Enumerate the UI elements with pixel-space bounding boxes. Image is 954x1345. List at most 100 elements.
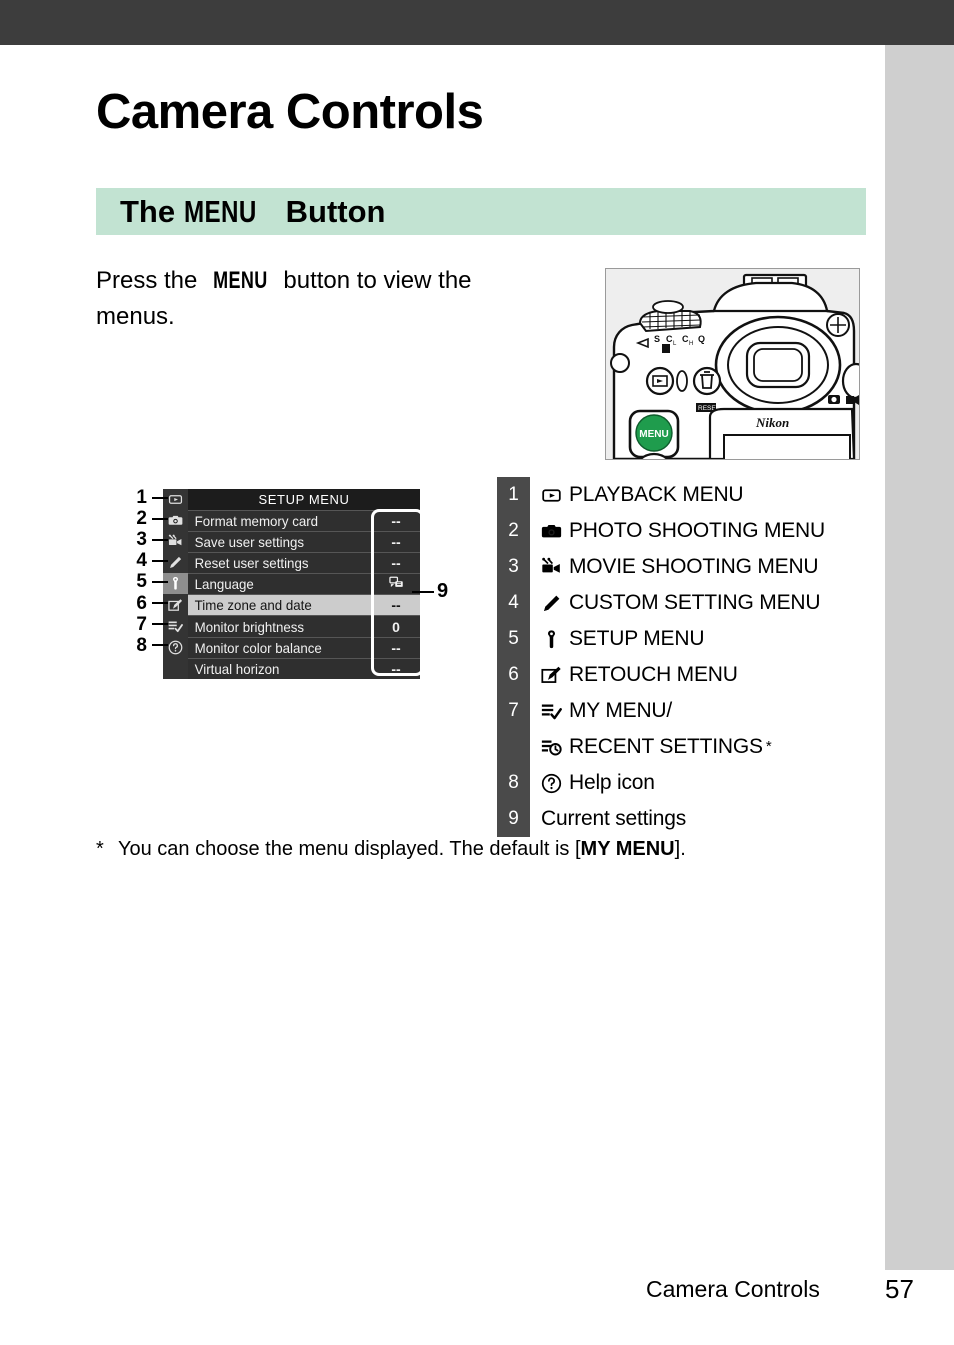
legend-badge: 8 [497, 765, 530, 801]
menu-row[interactable]: Reset user settings -- [188, 552, 420, 574]
legend-label-line: Help icon [530, 765, 655, 801]
left-callout-leader-line [152, 623, 168, 626]
menu-row-value: 0 [392, 618, 400, 635]
legend-badge: 2 [497, 513, 530, 549]
legend-label-line: PHOTO SHOOTING MENU [530, 513, 825, 549]
svg-text:H: H [689, 341, 693, 347]
legend-label-text: Help icon [569, 771, 655, 794]
camera-line-drawing: S C L C H Q RESET MENU Nikon [606, 269, 859, 459]
menu-row-label: Reset user settings [194, 555, 309, 572]
menu-row-label: Time zone and date [194, 597, 312, 614]
left-callout-leader-line [152, 496, 168, 499]
menu-header-title: SETUP MENU [188, 489, 420, 510]
svg-text:Nikon: Nikon [755, 415, 789, 430]
left-callout-number: 5 [136, 571, 147, 593]
legend-label-text: PLAYBACK MENU [569, 483, 744, 506]
legend-label-line-secondary: RECENT SETTINGS * [530, 729, 772, 765]
my-menu-icon [541, 701, 562, 722]
footer-page-number: 57 [885, 1274, 914, 1304]
legend-label-text: SETUP MENU [569, 627, 705, 650]
legend-label-stack: MY MENU/RECENT SETTINGS * [530, 693, 772, 765]
photo-shooting-icon [541, 521, 562, 542]
footnote-marker: * [96, 838, 104, 860]
menu-row-label: Save user settings [194, 534, 305, 551]
legend-row-5: 5 SETUP MENU [497, 621, 877, 657]
menu-row[interactable]: Virtual horizon -- [188, 657, 420, 679]
legend-badge: 3 [497, 549, 530, 585]
legend-label-text: RETOUCH MENU [569, 663, 738, 686]
left-callout-leader-line [152, 580, 168, 583]
left-callout-number: 3 [136, 529, 147, 551]
left-callout-7: 7 [120, 614, 168, 635]
menu-row[interactable]: Monitor brightness 0 [188, 615, 420, 637]
left-callout-2: 2 [120, 508, 168, 529]
callout-9-number: 9 [437, 580, 449, 602]
legend-row-8: 8 Help icon [497, 765, 877, 801]
menu-row-label: Monitor color balance [194, 639, 322, 656]
callout-9-leader-line [412, 590, 434, 593]
legend-label-stack: Current settings [530, 801, 686, 837]
menu-row-label: Virtual horizon [194, 660, 280, 677]
legend-label-stack: CUSTOM SETTING MENU [530, 585, 821, 621]
footnote-bold: MY MENU [580, 838, 675, 860]
legend-label-stack: PLAYBACK MENU [530, 477, 744, 513]
menu-row-label: Language [194, 576, 254, 593]
legend-label-line: MOVIE SHOOTING MENU [530, 549, 819, 585]
movie-shooting-icon [541, 557, 562, 578]
page-header-bar [0, 0, 954, 45]
menu-row[interactable]: Monitor color balance -- [188, 636, 420, 658]
left-callout-number: 6 [136, 592, 147, 614]
menu-row-label: Monitor brightness [194, 618, 305, 635]
svg-text:C: C [682, 334, 689, 344]
legend-label-line: PLAYBACK MENU [530, 477, 744, 513]
help-circle-icon [541, 773, 562, 794]
legend-row-9: 9 Current settings [497, 801, 877, 837]
left-callout-number: 4 [136, 550, 147, 572]
footnote-text: You can choose the menu displayed. The d… [118, 838, 686, 861]
footnote-pre: You can choose the menu displayed. The d… [118, 838, 581, 860]
left-callout-5: 5 [120, 571, 168, 592]
menu-row-list: Format memory card -- Save user settings --… [188, 510, 420, 679]
legend-label-text: PHOTO SHOOTING MENU [569, 519, 825, 542]
legend-row-6: 6 RETOUCH MENU [497, 657, 877, 693]
footnote: * You can choose the menu displayed. The… [96, 838, 856, 861]
camera-illustration: S C L C H Q RESET MENU Nikon [605, 268, 860, 460]
menu-row-value: -- [391, 639, 401, 656]
footnote-post: ]. [674, 838, 686, 860]
left-callout-leader-line [152, 538, 168, 541]
menu-row[interactable]: Save user settings -- [188, 531, 420, 553]
menu-row[interactable]: Language [188, 573, 420, 595]
retouch-icon [541, 665, 562, 686]
menu-row-value: -- [391, 660, 401, 677]
legend-badge: 4 [497, 585, 530, 621]
legend-label-stack: Help icon [530, 765, 655, 801]
left-callout-1: 1 [120, 487, 168, 508]
left-callout-leader-line [152, 559, 168, 562]
menu-row[interactable]: Format memory card -- [188, 510, 420, 532]
left-callout-leader-line [152, 517, 168, 520]
menu-row-value: -- [391, 555, 401, 572]
legend-label-text-secondary: RECENT SETTINGS [569, 735, 763, 758]
menu-row[interactable]: Time zone and date -- [188, 594, 420, 616]
custom-setting-icon [541, 593, 562, 614]
svg-text:C: C [666, 334, 673, 344]
playback-icon [541, 485, 562, 506]
legend-badge: 9 [497, 801, 530, 837]
svg-text:Q: Q [698, 334, 705, 344]
menu-body: SETUP MENU Format memory card -- Save user… [188, 489, 420, 679]
legend-row-4: 4 CUSTOM SETTING MENU [497, 585, 877, 621]
intro-pre: Press the [96, 267, 205, 294]
legend-label-line: Current settings [530, 801, 686, 837]
left-callout-3: 3 [120, 529, 168, 550]
legend-label-stack: SETUP MENU [530, 621, 705, 657]
section-title-pre: The [120, 194, 184, 229]
left-callout-number: 7 [136, 613, 147, 635]
legend-badge: 1 [497, 477, 530, 513]
intro-menu-word: MENU [213, 267, 268, 294]
legend-badge: 7 [497, 693, 530, 765]
legend-footnote-marker: * [765, 738, 772, 755]
callout-9: 9 [412, 580, 448, 603]
svg-text:MENU: MENU [639, 429, 668, 440]
left-callout-number: 1 [136, 487, 147, 509]
legend-label-text: MOVIE SHOOTING MENU [569, 555, 819, 578]
